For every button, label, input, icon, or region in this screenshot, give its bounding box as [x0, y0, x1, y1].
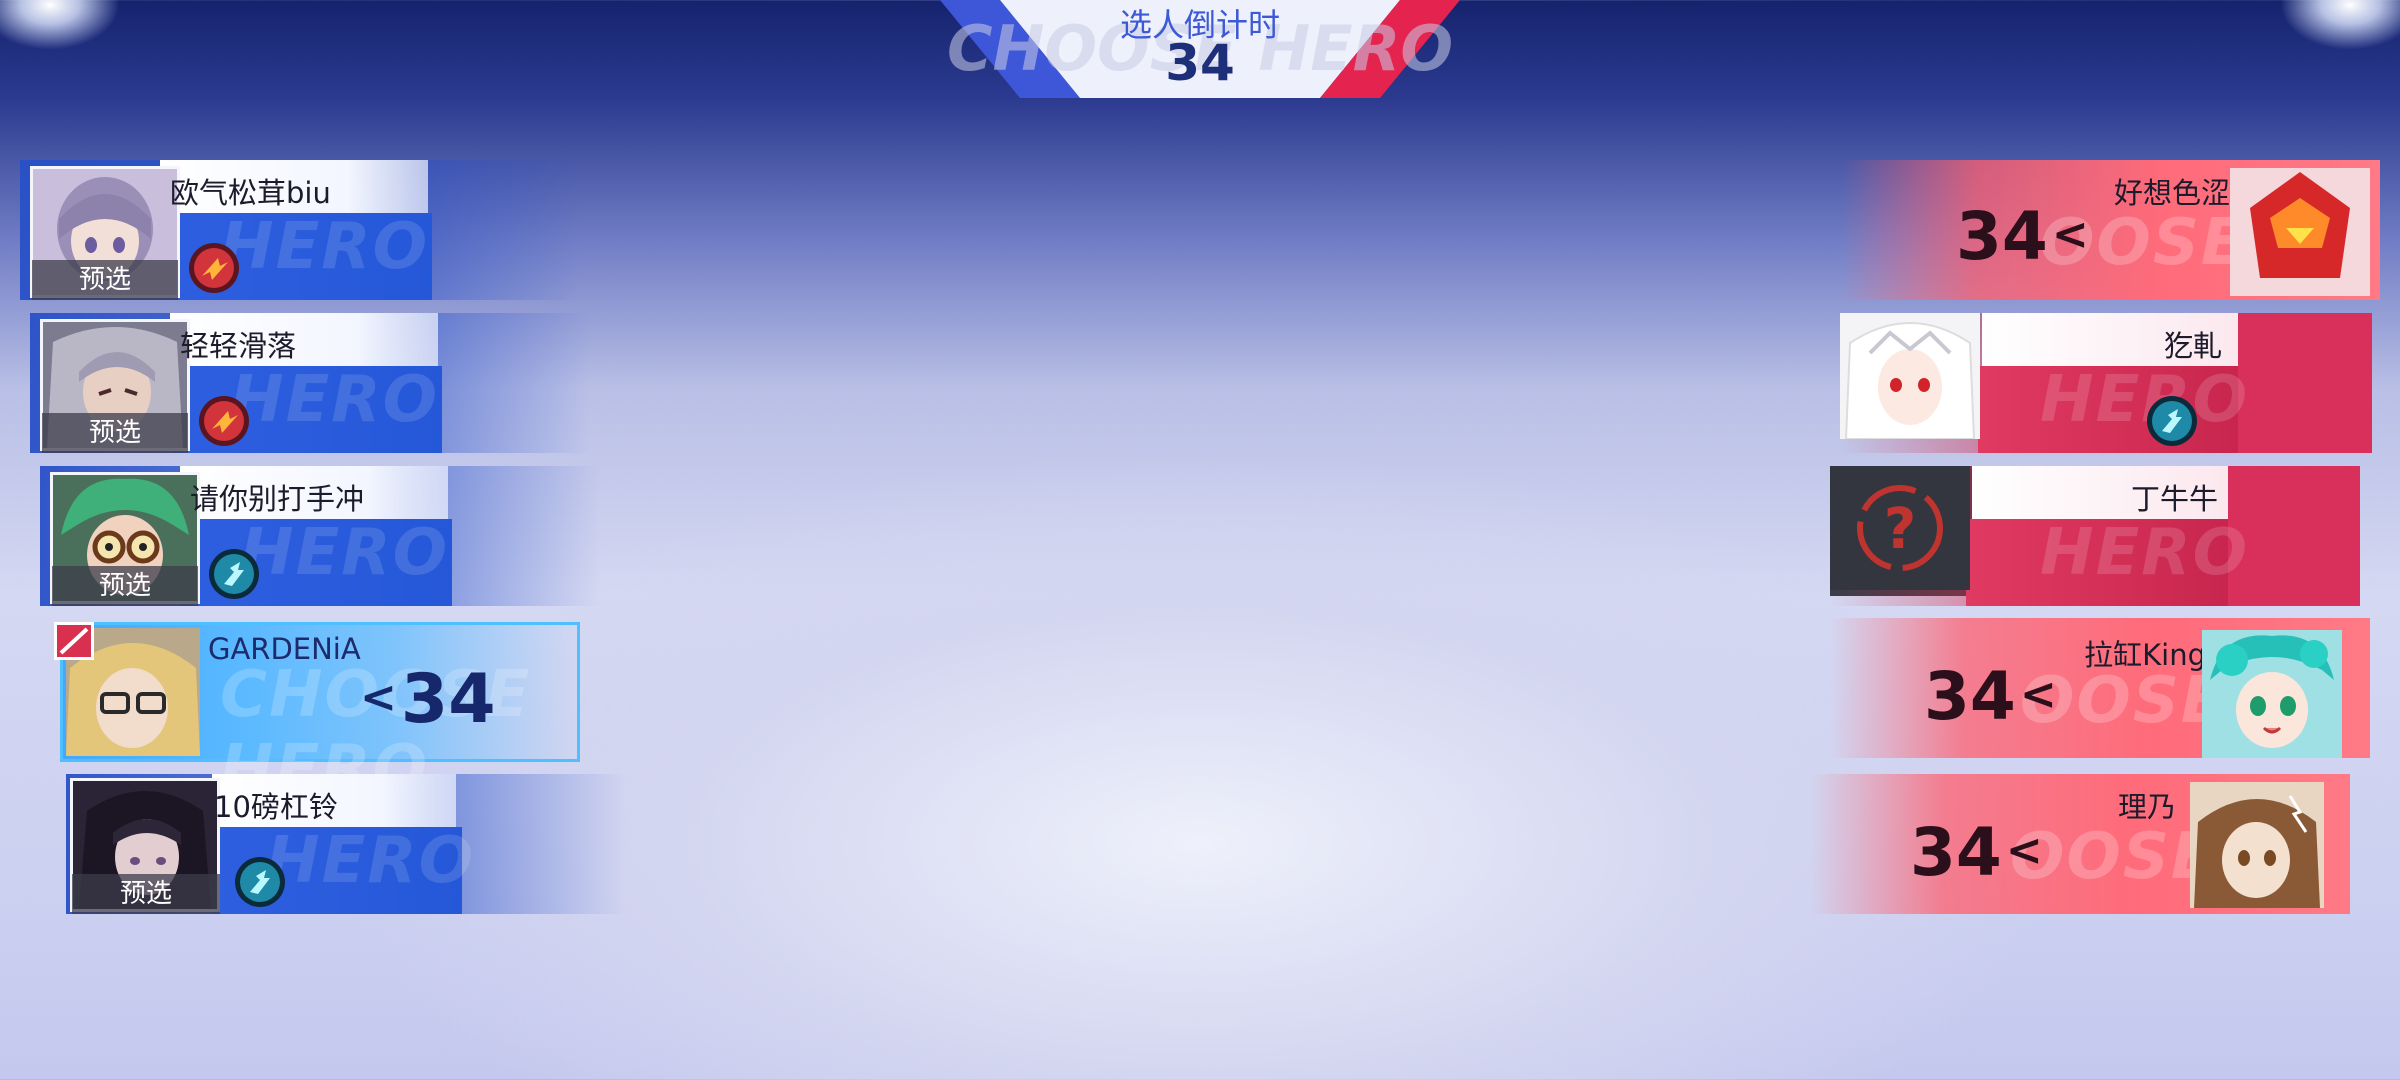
right-player-slot-3[interactable]: HERO 丁牛牛 ?	[1830, 466, 2360, 606]
teal-sprint-skill-icon	[2146, 395, 2198, 447]
pick-countdown-timer: CHOOSE HERO 选人倒计时 34	[940, 0, 1460, 98]
pick-countdown: 34<	[1956, 198, 2089, 275]
hero-portrait	[1840, 313, 1980, 439]
question-mark-icon: ?	[1830, 466, 1970, 590]
red-dash-skill-icon	[188, 242, 240, 294]
player-name: GARDENiA	[208, 632, 361, 666]
player-name: 理乃	[2117, 790, 2176, 824]
player-name: 拉缸King	[2084, 638, 2206, 672]
left-player-slot-5[interactable]: HERO 预选 10磅杠铃	[66, 774, 626, 914]
hero-portrait	[2190, 782, 2324, 908]
preselect-badge: 预选	[42, 413, 188, 453]
stage-spotlight-right	[2280, 0, 2400, 50]
arrow-left-icon: <	[2051, 209, 2089, 260]
teal-sprint-skill-icon	[208, 548, 260, 600]
player-name: 轻轻滑落	[180, 329, 297, 363]
right-player-slot-2[interactable]: HERO 犵軋	[1840, 313, 2372, 453]
left-player-slot-1[interactable]: HERO 预选 欧气松茸biu	[20, 160, 580, 300]
left-player-slot-3[interactable]: HERO 预选 请你别打手冲	[40, 466, 600, 606]
player-name: 丁牛牛	[2130, 482, 2218, 516]
pick-countdown: 34<	[1924, 658, 2057, 735]
player-portrait-frame: ?	[1830, 466, 1976, 596]
pick-countdown: <34	[360, 660, 496, 739]
right-player-slot-1[interactable]: OOSE 好想色涩 34<	[1840, 160, 2380, 300]
pick-countdown: 34<	[1910, 814, 2043, 891]
stage-spotlight-left	[0, 0, 120, 50]
svg-text:?: ?	[1884, 497, 1916, 562]
cancel-slash-icon[interactable]	[54, 622, 94, 660]
right-player-slot-4[interactable]: OOSE 拉缸King 34<	[1830, 618, 2370, 758]
left-player-slot-4-active[interactable]: CHOOSE HERO GARDENiA <34	[54, 622, 580, 806]
player-portrait-frame	[1840, 313, 1986, 445]
right-player-slot-5[interactable]: OOSE 理乃 34<	[1810, 774, 2350, 914]
arrow-left-icon: <	[2005, 825, 2043, 876]
arrow-left-icon: <	[2019, 669, 2057, 720]
player-name: 请你别打手冲	[190, 482, 365, 516]
arrow-left-icon: <	[360, 672, 397, 723]
preselect-badge: 预选	[52, 566, 198, 606]
hero-portrait	[2202, 630, 2342, 758]
hero-portrait	[2230, 168, 2370, 296]
player-name: 10磅杠铃	[214, 790, 338, 824]
preselect-badge: 预选	[72, 874, 220, 914]
player-name: 好想色涩	[2113, 176, 2230, 210]
player-name: 犵軋	[2163, 329, 2222, 363]
left-player-slot-2[interactable]: HERO 预选 轻轻滑落	[30, 313, 590, 453]
red-dash-skill-icon	[198, 395, 250, 447]
preselect-badge: 预选	[32, 260, 178, 300]
timer-seconds: 34	[1165, 34, 1235, 92]
player-name: 欧气松茸biu	[170, 176, 331, 210]
teal-sprint-skill-icon	[234, 856, 286, 908]
